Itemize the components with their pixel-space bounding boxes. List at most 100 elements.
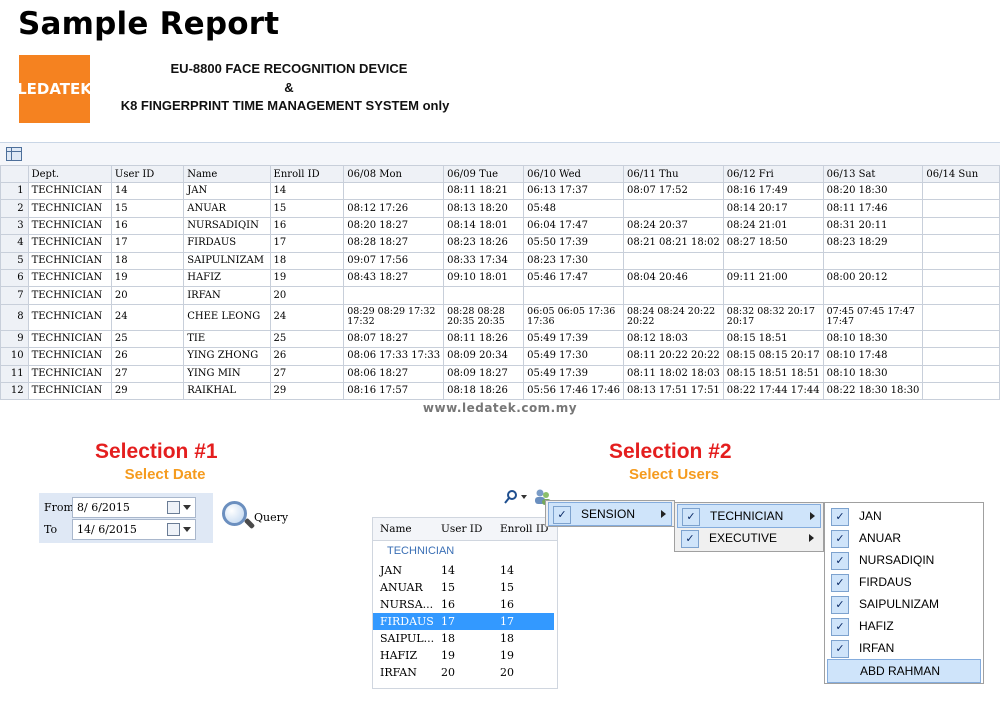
checkmark-icon[interactable]: ✓ <box>831 530 849 548</box>
checkmark-icon[interactable]: ✓ <box>682 508 700 526</box>
table-cell: 29 <box>110 381 185 401</box>
menu-item-label: EXECUTIVE <box>709 531 778 545</box>
table-cell: 07:45 07:45 17:47 17:47 <box>822 303 924 331</box>
query-button[interactable]: Query <box>213 493 292 543</box>
user-menu-item[interactable]: ✓ NURSADIQIN <box>827 549 979 571</box>
from-date-picker[interactable]: 8/ 6/2015 <box>72 497 196 518</box>
table-cell: 08:12 18:03 <box>622 329 724 349</box>
selection-1-title: Selection #1 <box>95 440 218 463</box>
table-row[interactable]: 11 TECHNICIAN 27 YING MIN 27 08:06 18:27 08:09… <box>0 364 1000 383</box>
column-header[interactable]: Dept. <box>27 165 112 183</box>
table-row[interactable]: 8 TECHNICIAN 24 CHEE LEONG 24 08:29 08:29 17:… <box>0 303 1000 331</box>
calendar-icon[interactable] <box>167 501 180 514</box>
column-header[interactable]: Enroll ID <box>269 165 345 183</box>
checkmark-icon[interactable]: ✓ <box>831 552 849 570</box>
table-cell: 19 <box>110 268 185 288</box>
table-row[interactable]: 2 TECHNICIAN 15 ANUAR 15 08:12 17:26 08:13 18:… <box>0 199 1000 218</box>
dropdown-arrow-icon[interactable] <box>183 505 191 510</box>
table-cell <box>722 251 824 270</box>
table-row[interactable]: 4 TECHNICIAN 17 FIRDAUS 17 08:28 18:27 08:23 1… <box>0 234 1000 253</box>
user-id: 15 <box>441 581 455 594</box>
table-cell: 08:31 20:11 <box>822 216 924 236</box>
user-menu-item[interactable]: ✓ FIRDAUS <box>827 571 979 593</box>
row-number: 9 <box>0 329 29 349</box>
table-cell <box>722 286 824 305</box>
table-row[interactable]: 3 TECHNICIAN 16 NURSADIQIN 16 08:20 18:27 08:1… <box>0 216 1000 236</box>
checkmark-icon[interactable]: ✓ <box>681 530 699 548</box>
table-cell <box>922 251 1000 270</box>
calendar-icon[interactable] <box>167 523 180 536</box>
table-cell: HAFIZ <box>183 268 271 288</box>
checkmark-icon[interactable]: ✓ <box>831 508 849 526</box>
column-header[interactable]: 06/12 Fri <box>722 165 824 183</box>
dropdown-arrow-icon[interactable] <box>183 527 191 532</box>
user-menu-item[interactable]: ABD RAHMAN <box>827 659 981 683</box>
row-number: 4 <box>0 234 29 253</box>
attendance-table: Dept. User ID Name Enroll ID 06/08 Mon 06/09 … <box>0 165 1000 401</box>
list-item[interactable]: NURSA... 16 16 <box>373 596 554 613</box>
checkmark-icon[interactable]: ✓ <box>831 618 849 636</box>
user-menu-item[interactable]: ✓ JAN <box>827 505 979 527</box>
table-cell: 08:22 18:30 18:30 <box>822 381 924 401</box>
table-cell: 20 <box>269 286 345 305</box>
enroll-id: 19 <box>500 649 514 662</box>
table-row[interactable]: 7 TECHNICIAN 20 IRFAN 20 <box>0 286 1000 305</box>
table-cell: 08:27 18:50 <box>722 234 824 253</box>
checkmark-icon[interactable]: ✓ <box>831 640 849 658</box>
menu-item-technician[interactable]: ✓ TECHNICIAN <box>677 504 821 528</box>
group-label: TECHNICIAN <box>387 545 455 557</box>
column-header[interactable] <box>0 165 29 183</box>
list-item[interactable]: JAN 14 14 <box>373 562 554 579</box>
column-header[interactable]: Name <box>183 165 271 183</box>
row-number: 7 <box>0 286 29 305</box>
grid-icon[interactable] <box>6 147 22 161</box>
col-user-id[interactable]: User ID <box>441 523 482 535</box>
menu-item-sension[interactable]: ✓ SENSION <box>548 502 672 526</box>
table-row[interactable]: 6 TECHNICIAN 19 HAFIZ 19 08:43 18:27 09:10 18:… <box>0 268 1000 288</box>
column-header[interactable]: 06/10 Wed <box>523 165 624 183</box>
user-name: IRFAN <box>380 666 417 679</box>
table-cell: TECHNICIAN <box>27 329 112 349</box>
col-enroll-id[interactable]: Enroll ID <box>500 523 548 535</box>
table-cell: 06:04 17:47 <box>523 216 624 236</box>
list-item[interactable]: ANUAR 15 15 <box>373 579 554 596</box>
table-cell: 08:23 17:30 <box>523 251 624 270</box>
column-header[interactable]: 06/13 Sat <box>822 165 924 183</box>
table-cell <box>622 286 724 305</box>
menu-item-executive[interactable]: ✓ EXECUTIVE <box>677 527 819 549</box>
column-header[interactable]: 06/09 Tue <box>443 165 525 183</box>
user-menu-item[interactable]: ✓ IRFAN <box>827 637 979 659</box>
column-header[interactable]: User ID <box>110 165 185 183</box>
table-cell: 08:11 18:26 <box>443 329 525 349</box>
table-cell: 08:11 20:22 20:22 <box>622 347 724 366</box>
list-item[interactable]: IRFAN 20 20 <box>373 664 554 681</box>
checkmark-icon[interactable]: ✓ <box>831 596 849 614</box>
user-menu-item[interactable]: ✓ SAIPULNIZAM <box>827 593 979 615</box>
table-row[interactable]: 5 TECHNICIAN 18 SAIPULNIZAM 18 09:07 17:56 08:… <box>0 251 1000 270</box>
table-cell: 08:13 17:51 17:51 <box>622 381 724 401</box>
table-cell: 08:11 18:21 <box>443 181 525 201</box>
list-item[interactable]: HAFIZ 19 19 <box>373 647 554 664</box>
list-item[interactable]: FIRDAUS 17 17 <box>373 613 554 630</box>
table-cell: 08:00 20:12 <box>822 268 924 288</box>
department-menu: ✓ TECHNICIAN ✓ EXECUTIVE <box>674 502 824 552</box>
table-row[interactable]: 1 TECHNICIAN 14 JAN 14 08:11 18:21 06:13 17:37… <box>0 181 1000 201</box>
column-header[interactable]: 06/14 Sun <box>922 165 1000 183</box>
checkmark-icon[interactable]: ✓ <box>553 506 571 524</box>
user-id: 20 <box>441 666 455 679</box>
column-header[interactable]: 06/08 Mon <box>343 165 445 183</box>
list-item[interactable]: SAIPUL... 18 18 <box>373 630 554 647</box>
table-row[interactable]: 12 TECHNICIAN 29 RAIKHAL 29 08:16 17:57 08:18 … <box>0 381 1000 401</box>
user-menu-item[interactable]: ✓ HAFIZ <box>827 615 979 637</box>
column-header[interactable]: 06/11 Thu <box>622 165 724 183</box>
table-row[interactable]: 10 TECHNICIAN 26 YING ZHONG 26 08:06 17:33 17… <box>0 347 1000 366</box>
table-cell <box>343 181 445 201</box>
table-cell: TECHNICIAN <box>27 381 112 401</box>
user-menu-item[interactable]: ✓ ANUAR <box>827 527 979 549</box>
table-cell: 09:07 17:56 <box>343 251 445 270</box>
col-name[interactable]: Name <box>380 523 412 535</box>
table-row[interactable]: 9 TECHNICIAN 25 TIE 25 08:07 18:27 08:11 18:26… <box>0 329 1000 349</box>
checkmark-icon[interactable]: ✓ <box>831 574 849 592</box>
table-cell <box>822 251 924 270</box>
to-date-picker[interactable]: 14/ 6/2015 <box>72 519 196 540</box>
